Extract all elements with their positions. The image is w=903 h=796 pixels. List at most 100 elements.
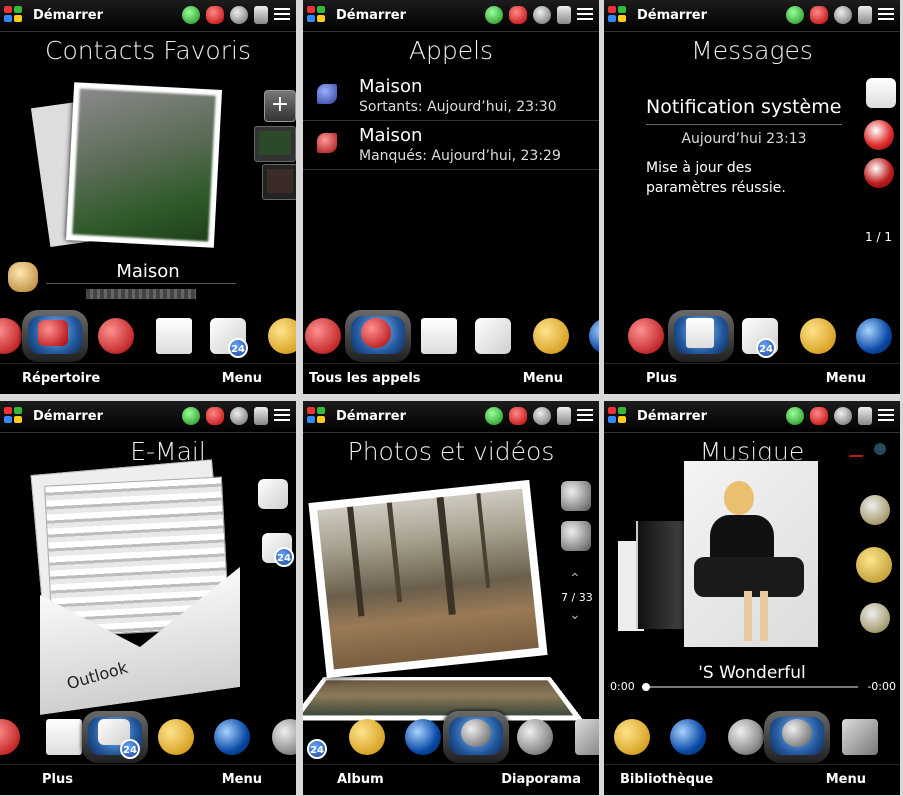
contacts-dock-icon[interactable] bbox=[305, 318, 341, 354]
outlook-envelope[interactable]: Outlook bbox=[30, 459, 250, 701]
contacts-dock-icon[interactable] bbox=[0, 318, 22, 354]
contact-photo[interactable] bbox=[65, 82, 223, 248]
softkey-left[interactable]: Répertoire bbox=[22, 371, 100, 386]
volume-icon[interactable] bbox=[230, 407, 248, 425]
signal-icon[interactable] bbox=[509, 407, 527, 425]
camera-dock-icon[interactable] bbox=[728, 719, 764, 755]
delete-message-icon[interactable] bbox=[864, 120, 894, 150]
volume-icon[interactable] bbox=[533, 407, 551, 425]
photo-frame[interactable] bbox=[308, 479, 548, 679]
next-track-button[interactable] bbox=[860, 603, 890, 633]
start-label[interactable]: Démarrer bbox=[336, 409, 406, 424]
call-entry[interactable]: Maison Sortants: Aujourd’hui, 23:30 bbox=[303, 72, 599, 121]
battery-plug-icon[interactable] bbox=[254, 6, 268, 24]
menu-icon[interactable] bbox=[878, 409, 894, 423]
start-label[interactable]: Démarrer bbox=[336, 8, 406, 23]
music-dock-icon[interactable] bbox=[517, 719, 553, 755]
signal-icon[interactable] bbox=[810, 6, 828, 24]
volume-icon[interactable] bbox=[834, 407, 852, 425]
softkey-left[interactable]: Plus bbox=[646, 371, 677, 386]
softkey-right[interactable]: Menu bbox=[826, 371, 866, 386]
softkey-right[interactable]: Menu bbox=[222, 371, 262, 386]
dock-selected-photos[interactable] bbox=[443, 711, 509, 763]
menu-icon[interactable] bbox=[274, 8, 290, 22]
browser-dock-icon[interactable] bbox=[856, 318, 892, 354]
softkey-left[interactable]: Plus bbox=[42, 772, 73, 787]
settings-dock-icon[interactable] bbox=[575, 719, 599, 755]
album-cover[interactable] bbox=[684, 461, 818, 647]
browser-dock-icon[interactable] bbox=[670, 719, 706, 755]
softkey-right[interactable]: Diaporama bbox=[501, 772, 581, 787]
repeat-icon[interactable] bbox=[874, 443, 886, 455]
sync-icon[interactable] bbox=[786, 6, 804, 24]
browser-dock-icon[interactable] bbox=[589, 318, 599, 354]
volume-icon[interactable] bbox=[533, 6, 551, 24]
messages-dock-icon[interactable] bbox=[46, 719, 82, 755]
chevron-down-icon[interactable]: ⌄ bbox=[569, 607, 581, 623]
windows-logo-icon[interactable] bbox=[307, 6, 327, 24]
dock-selected-contacts[interactable] bbox=[22, 310, 88, 362]
sync-icon[interactable] bbox=[485, 6, 503, 24]
battery-plug-icon[interactable] bbox=[557, 6, 571, 24]
menu-icon[interactable] bbox=[274, 409, 290, 423]
battery-plug-icon[interactable] bbox=[858, 407, 872, 425]
softkey-left[interactable]: Bibliothèque bbox=[620, 772, 713, 787]
browser-dock-icon[interactable] bbox=[214, 719, 250, 755]
video-camera-icon[interactable] bbox=[561, 521, 591, 551]
start-label[interactable]: Démarrer bbox=[637, 409, 707, 424]
browser-dock-icon[interactable] bbox=[405, 719, 441, 755]
contact-thumb-1[interactable] bbox=[254, 126, 296, 162]
block-message-icon[interactable] bbox=[864, 158, 894, 188]
softkey-left[interactable]: Tous les appels bbox=[309, 371, 421, 386]
messenger-dock-icon[interactable] bbox=[800, 318, 836, 354]
dock-selected-calls[interactable] bbox=[345, 310, 411, 362]
camera-dock-icon[interactable] bbox=[272, 719, 296, 755]
messenger-dock-icon[interactable] bbox=[158, 719, 194, 755]
email-dock-icon[interactable] bbox=[475, 318, 511, 354]
play-button[interactable] bbox=[856, 547, 892, 583]
call-entry[interactable]: Maison Manqués: Aujourd’hui, 23:29 bbox=[303, 121, 599, 170]
progress-knob[interactable] bbox=[642, 683, 650, 691]
windows-logo-icon[interactable] bbox=[307, 407, 327, 425]
camera-icon[interactable] bbox=[561, 481, 591, 511]
menu-icon[interactable] bbox=[878, 8, 894, 22]
battery-plug-icon[interactable] bbox=[557, 407, 571, 425]
calls-dock-icon[interactable] bbox=[98, 318, 134, 354]
windows-logo-icon[interactable] bbox=[4, 6, 24, 24]
messages-dock-icon[interactable] bbox=[421, 318, 457, 354]
signal-icon[interactable] bbox=[810, 407, 828, 425]
compose-email-icon[interactable] bbox=[258, 479, 288, 509]
previous-track-button[interactable] bbox=[860, 495, 890, 525]
messenger-dock-icon[interactable] bbox=[614, 719, 650, 755]
softkey-right[interactable]: Menu bbox=[222, 772, 262, 787]
signal-icon[interactable] bbox=[509, 6, 527, 24]
add-contact-button[interactable]: + bbox=[264, 90, 296, 122]
messenger-dock-icon[interactable] bbox=[268, 318, 296, 354]
sync-icon[interactable] bbox=[786, 407, 804, 425]
battery-plug-icon[interactable] bbox=[254, 407, 268, 425]
chevron-up-icon[interactable]: ⌃ bbox=[569, 571, 581, 587]
softkey-left[interactable]: Album bbox=[337, 772, 384, 787]
softkey-right[interactable]: Menu bbox=[826, 772, 866, 787]
calls-dock-icon[interactable] bbox=[628, 318, 664, 354]
dock-selected-messages[interactable] bbox=[668, 310, 734, 362]
battery-plug-icon[interactable] bbox=[858, 6, 872, 24]
windows-logo-icon[interactable] bbox=[608, 407, 628, 425]
messenger-dock-icon[interactable] bbox=[533, 318, 569, 354]
new-message-icon[interactable] bbox=[866, 78, 896, 108]
sync-icon[interactable] bbox=[182, 407, 200, 425]
sync-icon[interactable] bbox=[182, 6, 200, 24]
calls-dock-icon[interactable] bbox=[0, 719, 20, 755]
dock-selected-email[interactable] bbox=[82, 711, 148, 763]
menu-icon[interactable] bbox=[577, 8, 593, 22]
menu-icon[interactable] bbox=[577, 409, 593, 423]
signal-icon[interactable] bbox=[206, 6, 224, 24]
volume-icon[interactable] bbox=[834, 6, 852, 24]
start-label[interactable]: Démarrer bbox=[33, 8, 103, 23]
album-back-2[interactable] bbox=[636, 521, 686, 629]
volume-icon[interactable] bbox=[230, 6, 248, 24]
messenger-dock-icon[interactable] bbox=[349, 719, 385, 755]
dock-selected-music[interactable] bbox=[764, 711, 830, 763]
windows-logo-icon[interactable] bbox=[4, 407, 24, 425]
windows-logo-icon[interactable] bbox=[608, 6, 628, 24]
